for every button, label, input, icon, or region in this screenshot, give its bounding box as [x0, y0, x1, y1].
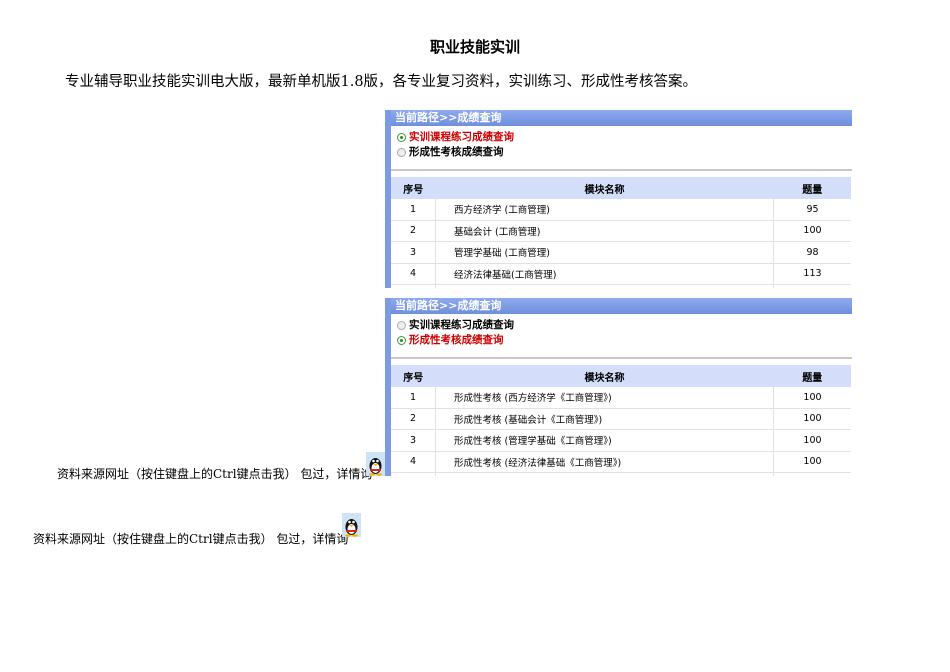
table-row[interactable]: 2 形成性考核 (基础会计《工商管理》) 100 — [391, 408, 851, 430]
source-link[interactable]: 资料来源网址（按住键盘上的Ctrl键点击我） 包过，详情询 — [57, 465, 372, 482]
query-type-radio[interactable]: 形成性考核成绩查询 — [391, 145, 852, 160]
table-cell: 3 — [391, 429, 436, 452]
radio-icon[interactable] — [397, 148, 406, 157]
table-row[interactable]: 5形成性考核 (资源与运营管理)100 — [391, 472, 851, 476]
query-type-radio[interactable]: 形成性考核成绩查询 — [391, 333, 852, 348]
table-cell: 1 — [391, 387, 436, 409]
radio-label: 形成性考核成绩查询 — [409, 334, 504, 346]
table-cell: 94 — [773, 284, 851, 288]
table-row[interactable]: 1 形成性考核 (西方经济学《工商管理》) 100 — [391, 387, 851, 409]
table-cell: 95 — [773, 199, 851, 221]
table-row[interactable]: 1 西方经济学 (工商管理) 95 — [391, 199, 851, 221]
source-link[interactable]: 资料来源网址（按住键盘上的Ctrl键点击我） 包过，详情询 — [33, 530, 348, 547]
radio-icon[interactable] — [397, 321, 406, 330]
table-cell: 1 — [391, 199, 436, 221]
table-cell: 基础会计 (工商管理) — [435, 220, 774, 242]
column-header: 模块名称 — [435, 177, 774, 199]
table-cell: 资源与运营管理 — [435, 284, 774, 288]
radio-icon[interactable] — [397, 133, 406, 142]
table-cell: 100 — [773, 429, 851, 452]
table-row[interactable]: 4 形成性考核 (经济法律基础《工商管理》) 100 — [391, 451, 851, 473]
column-header: 模块名称 — [435, 365, 774, 387]
table-row[interactable]: 3 形成性考核 (管理学基础《工商管理》) 100 — [391, 429, 851, 452]
radio-label: 形成性考核成绩查询 — [409, 146, 504, 158]
table-cell: 形成性考核 (资源与运营管理) — [435, 472, 774, 476]
table-cell: 形成性考核 (基础会计《工商管理》) — [435, 408, 774, 430]
table-cell: 经济法律基础(工商管理) — [435, 263, 774, 285]
column-header: 题量 — [773, 177, 851, 199]
column-header: 题量 — [773, 365, 851, 387]
table-cell: 5 — [391, 472, 436, 476]
table-cell: 5 — [391, 284, 436, 288]
screenshot-practice-scores: 当前路径>>成绩查询 实训课程练习成绩查询 形成性考核成绩查询 序号 模块名称 题量 1 西方… — [385, 110, 852, 288]
scores-table: 序号 模块名称 题量 1 西方经济学 (工商管理) 95 2 基础会计 (工商管理) 100 3 管… — [391, 177, 851, 288]
table-cell: 2 — [391, 220, 436, 242]
table-cell: 100 — [773, 220, 851, 242]
divider — [391, 169, 852, 171]
table-cell: 管理学基础 (工商管理) — [435, 241, 774, 264]
column-header: 序号 — [391, 177, 436, 199]
column-header: 序号 — [391, 365, 436, 387]
table-cell: 100 — [773, 408, 851, 430]
divider — [391, 357, 852, 359]
qq-penguin-icon[interactable] — [342, 513, 361, 537]
table-row[interactable]: 2 基础会计 (工商管理) 100 — [391, 220, 851, 242]
breadcrumb: 当前路径>>成绩查询 — [391, 298, 852, 314]
query-type-radio[interactable]: 实训课程练习成绩查询 — [391, 130, 852, 145]
radio-label: 实训课程练习成绩查询 — [409, 319, 514, 331]
table-cell: 形成性考核 (经济法律基础《工商管理》) — [435, 451, 774, 473]
table-cell: 98 — [773, 241, 851, 264]
document-page: 职业技能实训 专业辅导职业技能实训电大版，最新单机版1.8版，各专业复习资料，实… — [0, 0, 950, 672]
table-row[interactable]: 5资源与运营管理94 — [391, 284, 851, 288]
table-row[interactable]: 3 管理学基础 (工商管理) 98 — [391, 241, 851, 264]
table-cell: 西方经济学 (工商管理) — [435, 199, 774, 221]
table-cell: 100 — [773, 387, 851, 409]
breadcrumb: 当前路径>>成绩查询 — [391, 110, 852, 126]
table-cell: 4 — [391, 451, 436, 473]
table-cell: 形成性考核 (管理学基础《工商管理》) — [435, 429, 774, 452]
table-cell: 2 — [391, 408, 436, 430]
table-cell: 100 — [773, 451, 851, 473]
table-cell: 113 — [773, 263, 851, 285]
scores-table: 序号 模块名称 题量 1 形成性考核 (西方经济学《工商管理》) 100 2 形成性考核 (基… — [391, 365, 851, 476]
table-row[interactable]: 4 经济法律基础(工商管理) 113 — [391, 263, 851, 285]
table-cell: 3 — [391, 241, 436, 264]
intro-paragraph: 专业辅导职业技能实训电大版，最新单机版1.8版，各专业复习资料，实训练习、形成性… — [65, 74, 698, 90]
table-cell: 4 — [391, 263, 436, 285]
screenshot-assessment-scores: 当前路径>>成绩查询 实训课程练习成绩查询 形成性考核成绩查询 序号 模块名称 题量 1 形成… — [385, 298, 852, 476]
qq-penguin-icon[interactable] — [366, 452, 385, 476]
table-cell: 100 — [773, 472, 851, 476]
page-title: 职业技能实训 — [429, 38, 520, 56]
table-cell: 形成性考核 (西方经济学《工商管理》) — [435, 387, 774, 409]
query-type-radio[interactable]: 实训课程练习成绩查询 — [391, 318, 852, 333]
radio-icon[interactable] — [397, 336, 406, 345]
radio-label: 实训课程练习成绩查询 — [409, 131, 514, 143]
